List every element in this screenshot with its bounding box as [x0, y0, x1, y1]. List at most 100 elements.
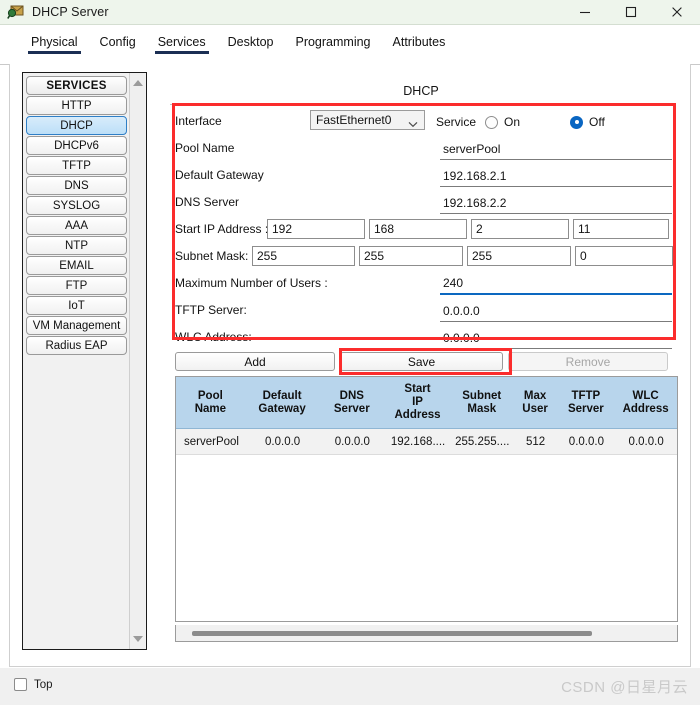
action-buttons: Add Save Remove [175, 352, 673, 371]
scrollbar-thumb[interactable] [192, 631, 592, 636]
chevron-down-icon [408, 117, 418, 131]
dns-server-label: DNS Server [175, 195, 240, 209]
wlc-address-input[interactable]: 0.0.0.0 [440, 328, 672, 349]
tab-services-underline [154, 51, 209, 54]
service-off-radio[interactable] [570, 115, 584, 129]
start-ip-octet-4[interactable]: 11 [573, 219, 669, 239]
minimize-icon[interactable] [562, 0, 608, 25]
dhcp-config-area: DHCP Interface FastEthernet0 Service On … [162, 72, 680, 650]
sidebar-item-radius-eap[interactable]: Radius EAP [26, 336, 127, 355]
services-list-header: SERVICES [26, 76, 127, 95]
close-icon[interactable] [654, 0, 700, 25]
add-button[interactable]: Add [175, 352, 335, 371]
sidebar-item-ntp[interactable]: NTP [26, 236, 127, 255]
cell-start-ip-address: 192.168.... [390, 435, 446, 448]
tab-desktop-label: Desktop [227, 35, 274, 49]
tab-attributes-label: Attributes [392, 35, 446, 49]
title-divider [170, 104, 672, 105]
tab-attributes[interactable]: Attributes [382, 31, 457, 61]
column-start-ip-address: Start IP Address [385, 377, 451, 428]
sidebar-item-http[interactable]: HTTP [26, 96, 127, 115]
save-button[interactable]: Save [340, 352, 503, 371]
tab-programming[interactable]: Programming [284, 31, 381, 61]
start-ip-label: Start IP Address : [175, 222, 269, 236]
sidebar-item-dhcp[interactable]: DHCP [26, 116, 127, 135]
sidebar-item-ftp[interactable]: FTP [26, 276, 127, 295]
start-ip-octet-1[interactable]: 192 [267, 219, 365, 239]
table-row[interactable]: serverPool 0.0.0.0 0.0.0.0 192.168.... 2… [176, 429, 677, 455]
table-header-row: Pool Name Default Gateway DNS Server Start I… [176, 377, 677, 429]
dhcp-form: Interface FastEthernet0 Service On Off P… [175, 106, 673, 349]
row-start-ip: Start IP Address : 192 168 2 11 [175, 214, 673, 241]
dns-server-input[interactable]: 192.168.2.2 [440, 193, 672, 214]
dhcp-pool-table: Pool Name Default Gateway DNS Server Start I… [175, 376, 678, 622]
subnet-mask-octet-1[interactable]: 255 [252, 246, 355, 266]
cell-dns-server: 0.0.0.0 [334, 435, 370, 448]
service-on-radio[interactable] [485, 115, 499, 129]
watermark: CSDN @日星月云 [561, 679, 688, 696]
page-title: DHCP [403, 84, 439, 98]
max-users-label: Maximum Number of Users : [175, 276, 328, 290]
pool-name-label: Pool Name [175, 141, 235, 155]
scroll-down-icon[interactable] [130, 631, 146, 647]
subnet-mask-label: Subnet Mask: [175, 249, 249, 263]
subnet-mask-octet-4[interactable]: 0 [575, 246, 673, 266]
interface-select-value: FastEthernet0 [316, 113, 392, 127]
row-dns-server: DNS Server 192.168.2.2 [175, 187, 673, 214]
tab-config[interactable]: Config [89, 31, 147, 61]
sidebar-item-iot[interactable]: IoT [26, 296, 127, 315]
tab-services[interactable]: Services [147, 31, 217, 61]
row-default-gateway: Default Gateway 192.168.2.1 [175, 160, 673, 187]
row-interface: Interface FastEthernet0 Service On Off [175, 106, 673, 133]
cell-subnet-mask: 255.255.... [455, 435, 510, 448]
row-tftp-server: TFTP Server: 0.0.0.0 [175, 295, 673, 322]
service-group: Service On Off [436, 115, 605, 133]
title-bar: DHCP Server [0, 0, 700, 25]
checkbox-icon[interactable] [14, 678, 27, 691]
row-subnet-mask: Subnet Mask: 255 255 255 0 [175, 241, 673, 268]
table-horizontal-scrollbar[interactable] [175, 625, 678, 642]
cell-wlc-address: 0.0.0.0 [628, 435, 664, 448]
sidebar-item-email[interactable]: EMAIL [26, 256, 127, 275]
sidebar-item-syslog[interactable]: SYSLOG [26, 196, 127, 215]
tab-physical-underline [28, 51, 81, 54]
column-max-user: Max User [514, 377, 558, 428]
maximize-icon[interactable] [608, 0, 654, 25]
column-pool-name: Pool Name [176, 377, 246, 428]
sidebar-item-dhcpv6[interactable]: DHCPv6 [26, 136, 127, 155]
interface-select[interactable]: FastEthernet0 [310, 110, 425, 130]
service-on-label: On [504, 115, 521, 129]
tab-config-label: Config [99, 35, 136, 49]
start-ip-octet-3[interactable]: 2 [471, 219, 569, 239]
start-ip-octet-2[interactable]: 168 [369, 219, 467, 239]
tab-desktop[interactable]: Desktop [217, 31, 285, 61]
services-list: SERVICES HTTP DHCP DHCPv6 TFTP DNS SYSLO… [23, 73, 129, 649]
row-wlc-address: WLC Address: 0.0.0.0 [175, 322, 673, 349]
default-gateway-input[interactable]: 192.168.2.1 [440, 166, 672, 187]
tab-physical[interactable]: Physical [20, 31, 89, 61]
column-dns-server: DNS Server [319, 377, 386, 428]
tab-programming-label: Programming [295, 35, 371, 49]
tftp-server-label: TFTP Server: [175, 303, 247, 317]
service-off-label: Off [589, 115, 605, 129]
column-default-gateway: Default Gateway [246, 377, 320, 428]
subnet-mask-octet-2[interactable]: 255 [359, 246, 463, 266]
scroll-up-icon[interactable] [130, 75, 146, 91]
sidebar-item-tftp[interactable]: TFTP [26, 156, 127, 175]
default-gateway-label: Default Gateway [175, 168, 264, 182]
remove-button: Remove [508, 352, 668, 371]
top-checkbox[interactable]: Top [14, 678, 53, 691]
content-panel: SERVICES HTTP DHCP DHCPv6 TFTP DNS SYSLO… [9, 64, 691, 667]
cell-pool-name: serverPool [184, 435, 239, 448]
interface-label: Interface [175, 114, 222, 128]
pool-name-input[interactable]: serverPool [440, 139, 672, 160]
tab-physical-label: Physical [31, 35, 78, 49]
sidebar-item-aaa[interactable]: AAA [26, 216, 127, 235]
max-users-input[interactable]: 240 [440, 274, 672, 295]
tftp-server-input[interactable]: 0.0.0.0 [440, 301, 672, 322]
sidebar-scrollbar[interactable] [129, 73, 145, 649]
subnet-mask-octet-3[interactable]: 255 [467, 246, 571, 266]
top-checkbox-label: Top [34, 678, 53, 691]
sidebar-item-dns[interactable]: DNS [26, 176, 127, 195]
sidebar-item-vm-management[interactable]: VM Management [26, 316, 127, 335]
